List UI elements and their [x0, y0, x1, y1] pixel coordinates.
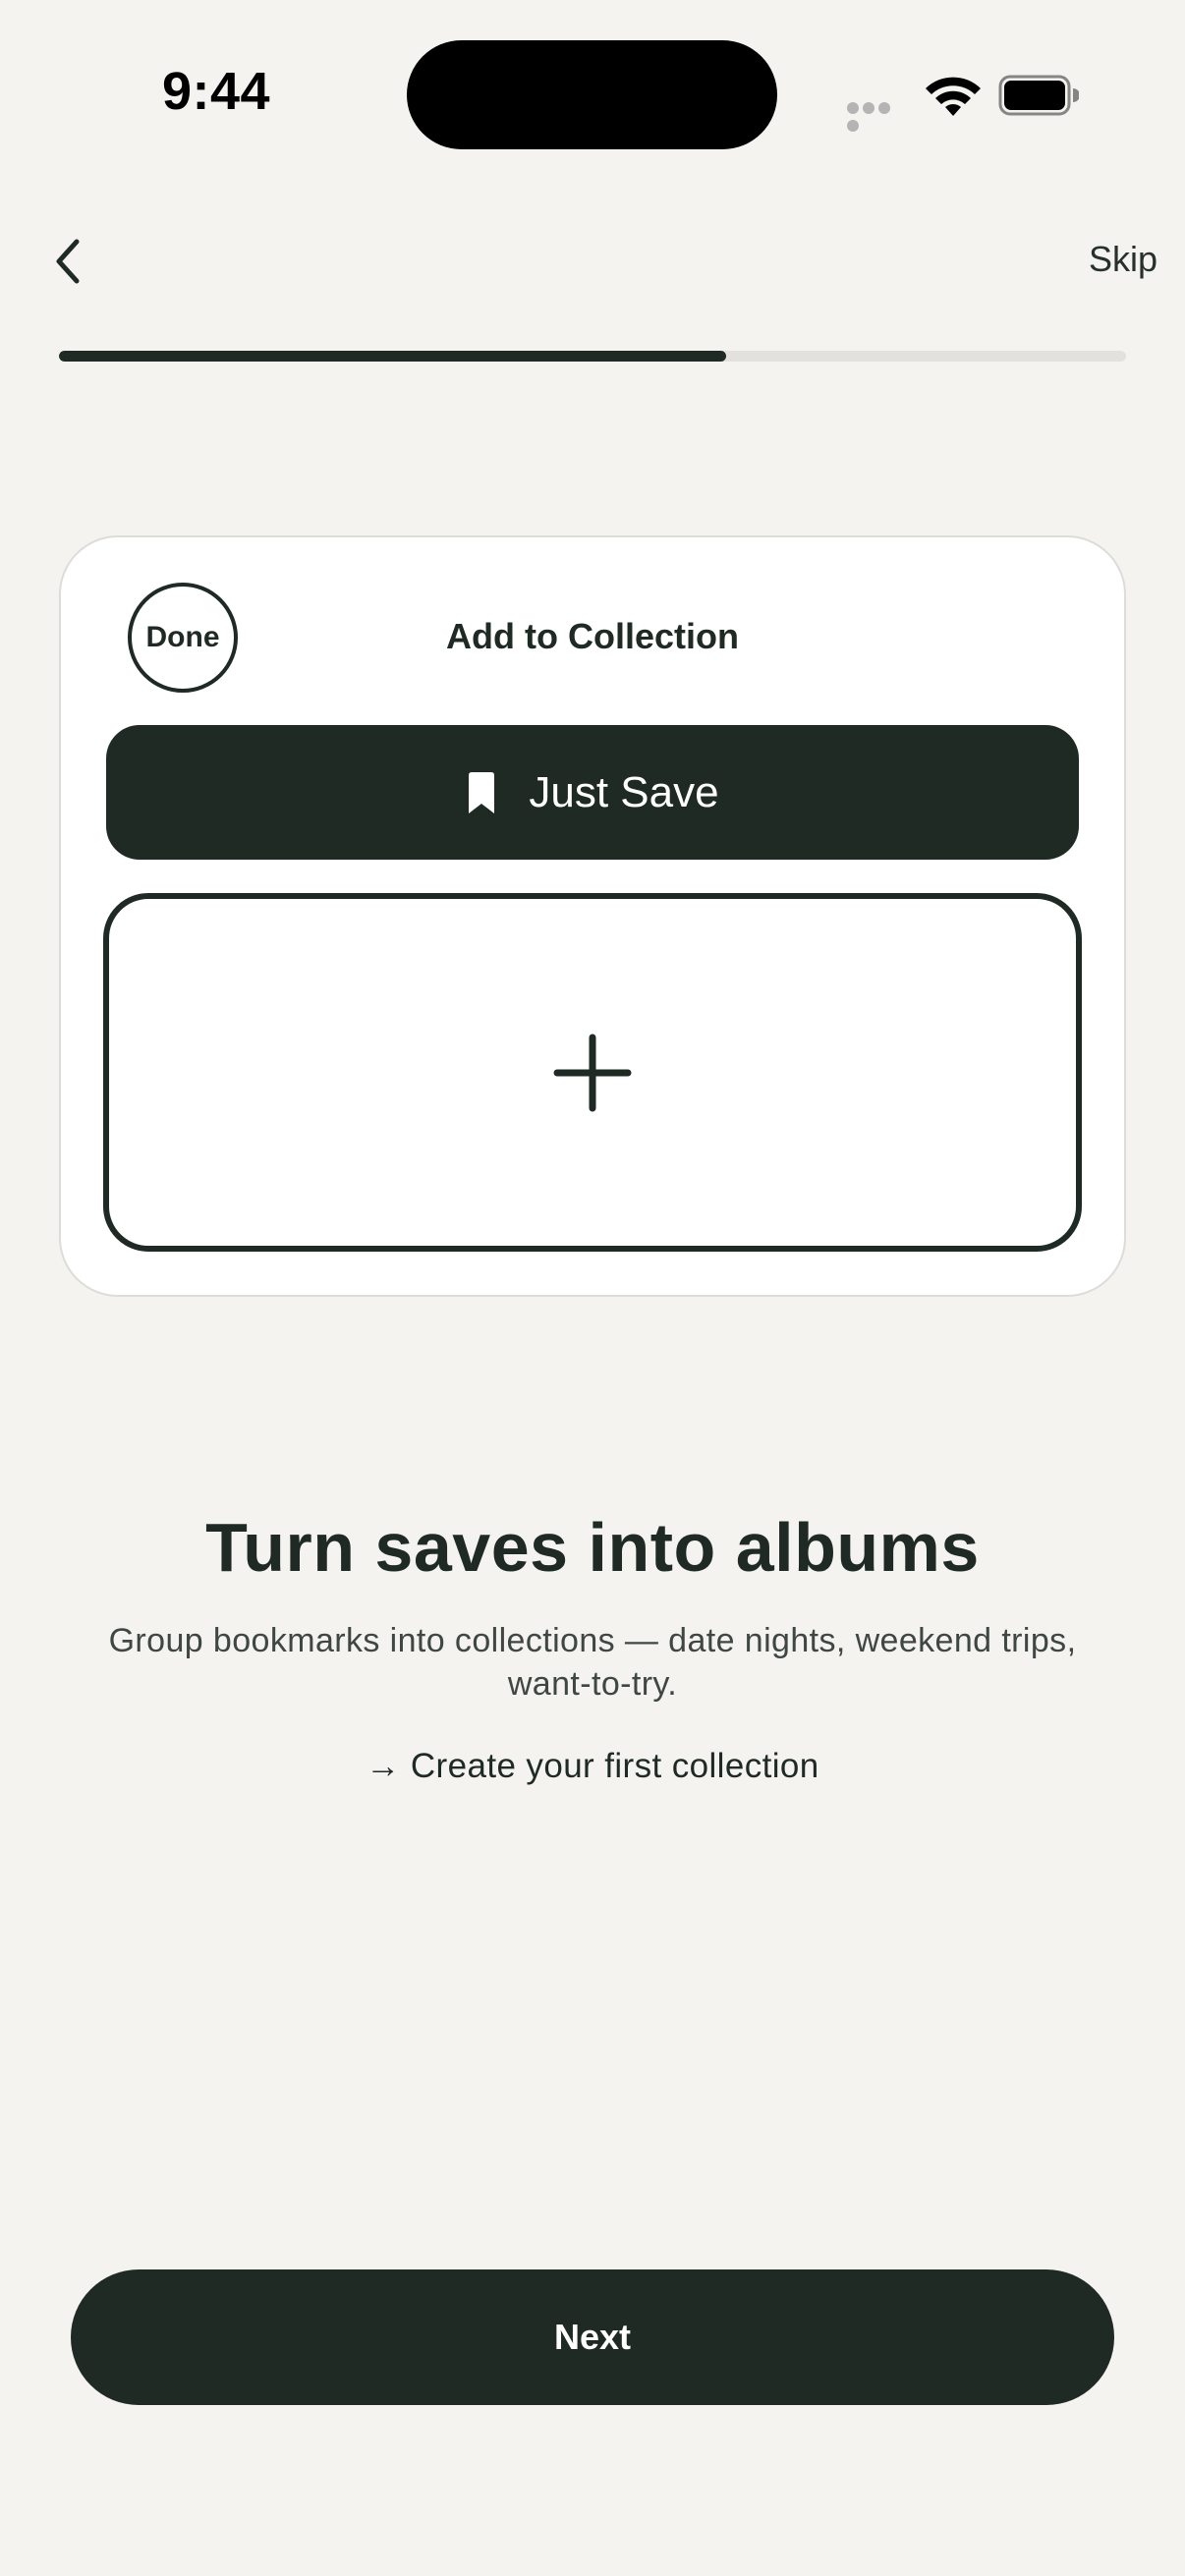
page-title: Turn saves into albums	[205, 1509, 980, 1586]
chevron-left-icon[interactable]	[47, 232, 88, 291]
next-button[interactable]: Next	[71, 2269, 1114, 2405]
skip-button[interactable]: Skip	[1089, 239, 1157, 280]
status-time: 9:44	[162, 62, 271, 121]
battery-icon	[998, 75, 1079, 116]
add-collection-button[interactable]	[103, 893, 1082, 1252]
signal-dots-icon	[847, 102, 908, 132]
just-save-button[interactable]: Just Save	[106, 725, 1079, 860]
plus-icon	[553, 1034, 632, 1111]
progress-fill	[59, 351, 726, 362]
dynamic-island	[407, 40, 777, 149]
wifi-icon	[926, 77, 981, 116]
bookmark-icon	[469, 771, 495, 813]
page-description: Group bookmarks into collections — date …	[108, 1622, 1077, 1703]
progress-bar	[59, 351, 1126, 362]
create-collection-link[interactable]: → Create your first collection	[0, 1747, 1185, 1786]
card-title: Add to Collection	[446, 616, 739, 656]
just-save-label: Just Save	[529, 767, 719, 816]
